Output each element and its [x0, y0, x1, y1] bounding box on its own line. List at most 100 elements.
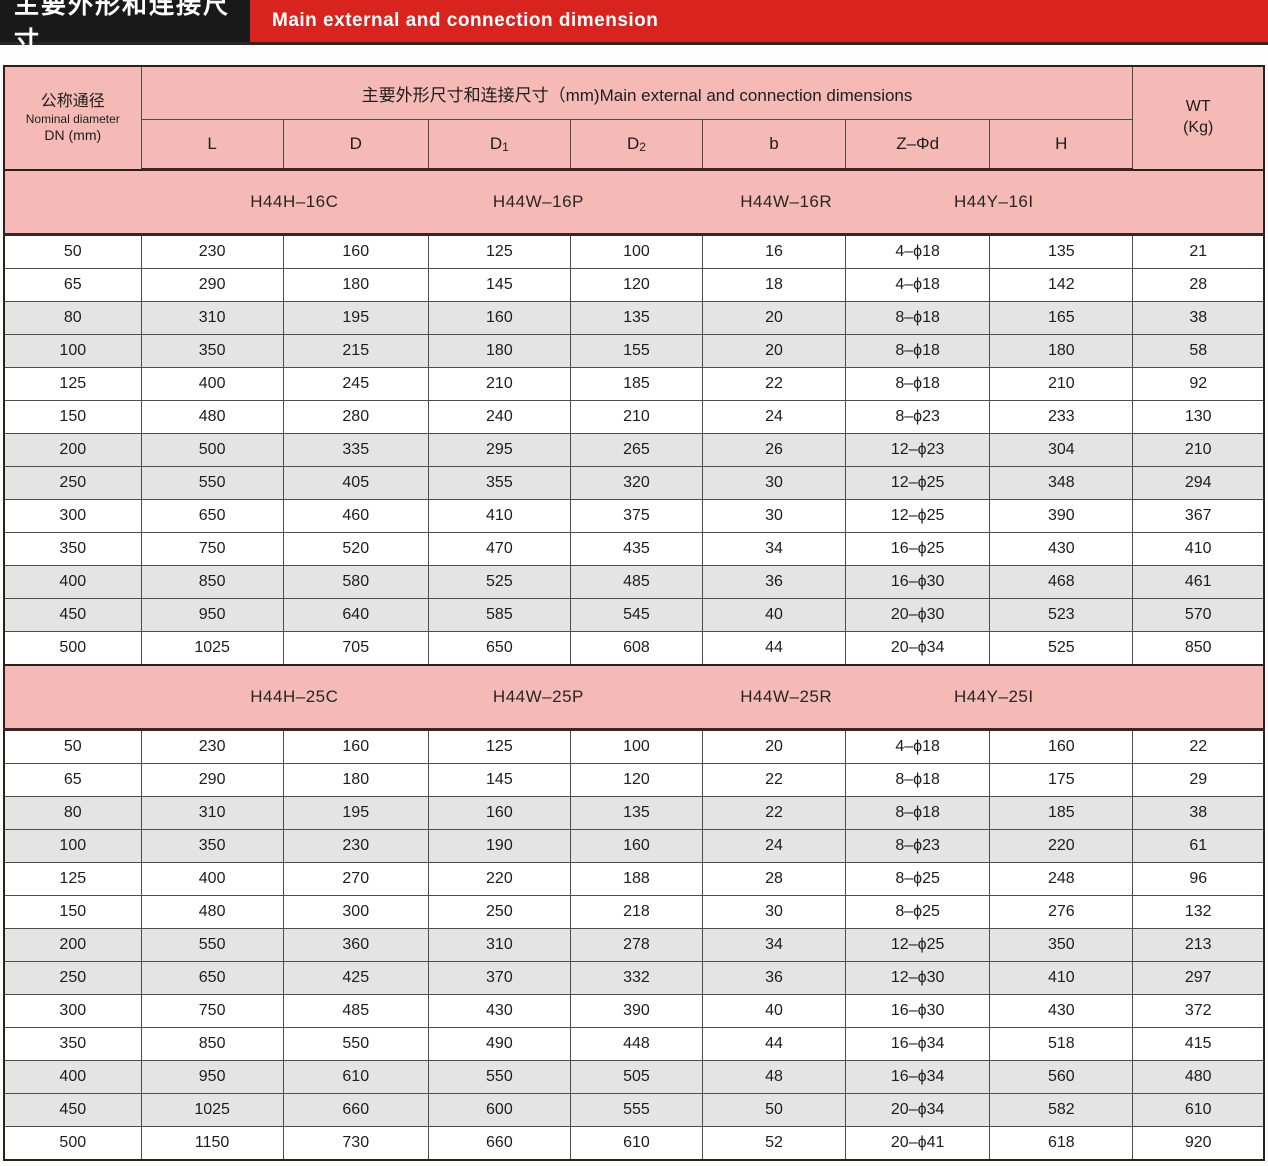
series-band-row: H44H–16CH44W–16PH44W–16RH44Y–16I [4, 170, 1264, 235]
cell-dn: 150 [4, 401, 141, 434]
cell-dn: 65 [4, 269, 141, 302]
cell-h: 582 [990, 1094, 1133, 1127]
cell-wt: 415 [1133, 1028, 1264, 1061]
cell-wt: 213 [1133, 929, 1264, 962]
cell-l: 1150 [141, 1127, 283, 1161]
cell-b: 40 [702, 995, 845, 1028]
cell-l: 750 [141, 533, 283, 566]
cell-d2: 210 [570, 401, 702, 434]
series-band-cell: H44H–25CH44W–25PH44W–25RH44Y–25I [4, 665, 1264, 730]
column-header-l: L [141, 120, 283, 170]
cell-d1: 585 [428, 599, 570, 632]
cell-d1: 160 [428, 302, 570, 335]
cell-wt: 21 [1133, 235, 1264, 269]
cell-dn: 250 [4, 467, 141, 500]
cell-d: 270 [283, 863, 428, 896]
cell-wt: 210 [1133, 434, 1264, 467]
cell-d: 610 [283, 1061, 428, 1094]
cell-d2: 505 [570, 1061, 702, 1094]
table-row-dn-125: 125400245210185228–ϕ1821092 [4, 368, 1264, 401]
page-title-bar: 主要外形和连接尺寸 Main external and connection d… [0, 0, 1268, 45]
cell-b: 44 [702, 632, 845, 666]
table-row-dn-100: 100350215180155208–ϕ1818058 [4, 335, 1264, 368]
cell-b: 24 [702, 830, 845, 863]
cell-wt: 132 [1133, 896, 1264, 929]
cell-d1: 180 [428, 335, 570, 368]
cell-zphid: 20–ϕ34 [846, 1094, 990, 1127]
cell-dn: 50 [4, 235, 141, 269]
cell-dn: 50 [4, 730, 141, 764]
cell-d2: 435 [570, 533, 702, 566]
cell-wt: 96 [1133, 863, 1264, 896]
cell-wt: 130 [1133, 401, 1264, 434]
cell-d2: 120 [570, 269, 702, 302]
cell-l: 1025 [141, 1094, 283, 1127]
cell-wt: 294 [1133, 467, 1264, 500]
cell-b: 30 [702, 467, 845, 500]
cell-wt: 372 [1133, 995, 1264, 1028]
cell-d: 180 [283, 269, 428, 302]
cell-d: 580 [283, 566, 428, 599]
cell-l: 550 [141, 929, 283, 962]
cell-d: 550 [283, 1028, 428, 1061]
table-row-dn-350: 3507505204704353416–ϕ25430410 [4, 533, 1264, 566]
cell-d1: 125 [428, 730, 570, 764]
cell-d: 730 [283, 1127, 428, 1161]
cell-h: 220 [990, 830, 1133, 863]
table-row-dn-450: 45010256606005555020–ϕ34582610 [4, 1094, 1264, 1127]
series-band-cell: H44H–16CH44W–16PH44W–16RH44Y–16I [4, 170, 1264, 235]
model-name: H44W–16R [740, 192, 832, 212]
cell-b: 28 [702, 863, 845, 896]
table-row-dn-125: 125400270220188288–ϕ2524896 [4, 863, 1264, 896]
cell-d1: 125 [428, 235, 570, 269]
table-row-dn-250: 2506504253703323612–ϕ30410297 [4, 962, 1264, 995]
cell-zphid: 8–ϕ18 [846, 335, 990, 368]
cell-d2: 545 [570, 599, 702, 632]
cell-zphid: 12–ϕ30 [846, 962, 990, 995]
cell-d2: 278 [570, 929, 702, 962]
cell-wt: 850 [1133, 632, 1264, 666]
cell-dn: 500 [4, 632, 141, 666]
cell-wt: 29 [1133, 764, 1264, 797]
cell-l: 950 [141, 599, 283, 632]
cell-l: 850 [141, 1028, 283, 1061]
cell-l: 650 [141, 500, 283, 533]
column-header-d: D [283, 120, 428, 170]
cell-d2: 320 [570, 467, 702, 500]
cell-l: 310 [141, 302, 283, 335]
table-row-dn-150: 150480280240210248–ϕ23233130 [4, 401, 1264, 434]
cell-h: 276 [990, 896, 1133, 929]
table-row-dn-400: 4009506105505054816–ϕ34560480 [4, 1061, 1264, 1094]
cell-zphid: 20–ϕ30 [846, 599, 990, 632]
cell-h: 468 [990, 566, 1133, 599]
cell-b: 20 [702, 302, 845, 335]
cell-zphid: 16–ϕ30 [846, 995, 990, 1028]
cell-d1: 240 [428, 401, 570, 434]
nominal-diameter-header: 公称通径 Nominal diameter DN (mm) [4, 66, 141, 170]
model-name: H44Y–25I [954, 687, 1034, 707]
cell-d1: 250 [428, 896, 570, 929]
cell-dn: 400 [4, 566, 141, 599]
model-name: H44W–25R [740, 687, 832, 707]
cell-h: 430 [990, 995, 1133, 1028]
cell-l: 350 [141, 335, 283, 368]
cell-d: 245 [283, 368, 428, 401]
model-name: H44W–16P [493, 192, 584, 212]
cell-h: 430 [990, 533, 1133, 566]
cell-wt: 92 [1133, 368, 1264, 401]
cell-h: 525 [990, 632, 1133, 666]
cell-l: 290 [141, 269, 283, 302]
cell-d: 705 [283, 632, 428, 666]
cell-dn: 200 [4, 929, 141, 962]
cell-zphid: 4–ϕ18 [846, 730, 990, 764]
cell-h: 185 [990, 797, 1133, 830]
column-header-row: LDD1D2bZ–ΦdH [4, 120, 1264, 170]
column-header-d1: D1 [428, 120, 570, 170]
cell-d: 195 [283, 797, 428, 830]
table-row-dn-200: 2005503603102783412–ϕ25350213 [4, 929, 1264, 962]
cell-b: 52 [702, 1127, 845, 1161]
cell-d: 160 [283, 235, 428, 269]
table-row-dn-450: 4509506405855454020–ϕ30523570 [4, 599, 1264, 632]
cell-dn: 125 [4, 368, 141, 401]
cell-dn: 65 [4, 764, 141, 797]
